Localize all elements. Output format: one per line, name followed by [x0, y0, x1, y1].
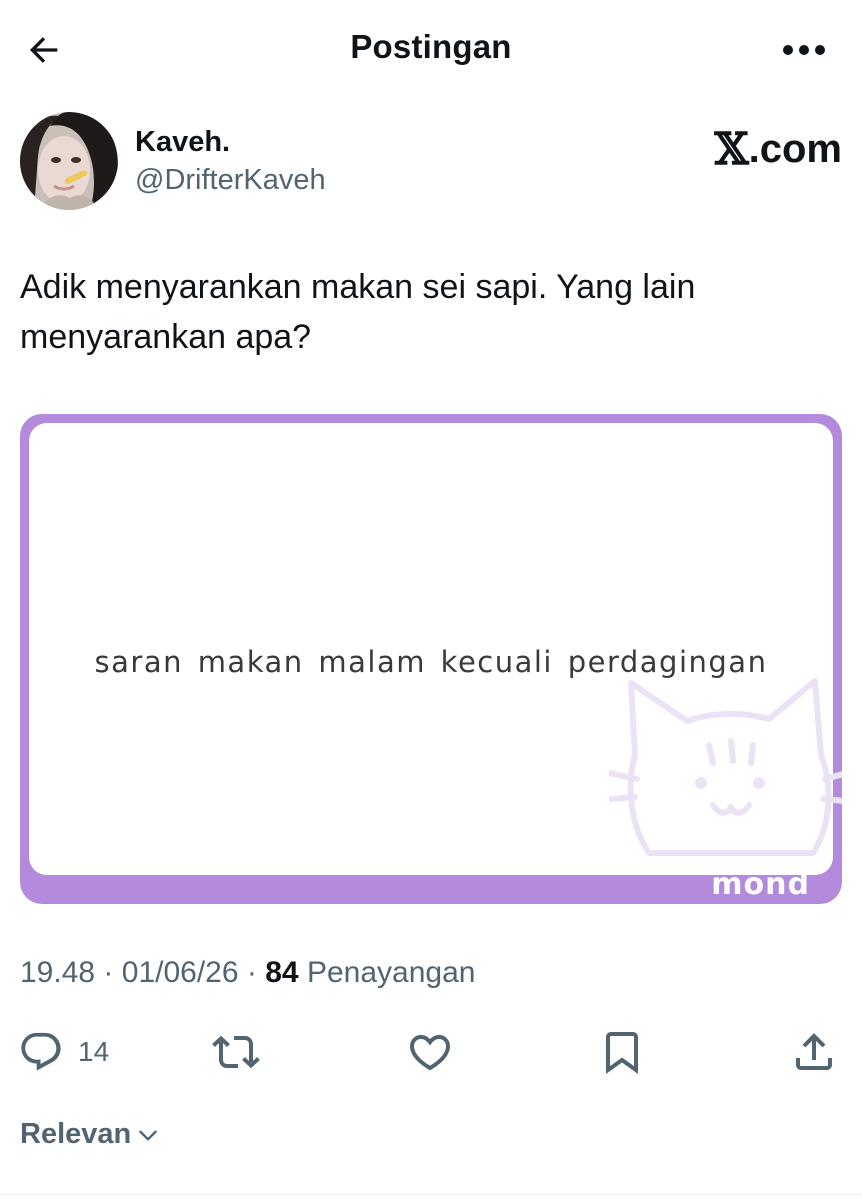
divider — [0, 1194, 862, 1195]
repost-button[interactable] — [212, 1020, 260, 1084]
views-label[interactable]: Penayangan — [307, 956, 476, 989]
cat-drawing-icon — [609, 678, 842, 856]
reply-button[interactable]: 14 — [18, 1020, 109, 1084]
meta-separator: · — [246, 956, 257, 989]
heart-icon — [409, 1035, 451, 1071]
like-button[interactable] — [406, 1020, 454, 1084]
more-horizontal-icon — [783, 45, 825, 55]
post-media[interactable]: saran makan malam kecuali perdagingan mo… — [20, 414, 842, 904]
avatar[interactable] — [20, 112, 118, 210]
author-handle[interactable]: @DrifterKaveh — [135, 164, 326, 197]
media-image: saran makan malam kecuali perdagingan — [29, 423, 842, 875]
views-count[interactable]: 84 — [265, 956, 298, 989]
repost-icon — [212, 1035, 260, 1069]
media-watermark: mond — [711, 867, 810, 902]
post-text: Adik menyarankan makan sei sapi. Yang la… — [20, 268, 696, 356]
share-button[interactable] — [790, 1020, 838, 1084]
bookmark-icon — [606, 1032, 638, 1074]
reply-icon — [21, 1032, 61, 1071]
page-title: Postingan — [350, 28, 512, 65]
x-com-watermark: 𝕏 .com — [714, 123, 843, 175]
post-meta: 19.48 · 01/06/26 · 84 Penayangan — [20, 956, 475, 990]
replies-sort-dropdown[interactable]: Relevan — [20, 1118, 161, 1151]
x-logo: 𝕏 — [714, 123, 749, 175]
chevron-down-icon — [139, 1130, 158, 1141]
replies-sort-label: Relevan — [20, 1118, 132, 1150]
reply-count: 14 — [78, 1036, 110, 1067]
post-author: Kaveh. @DrifterKaveh 𝕏 .com — [20, 110, 842, 220]
author-display-name[interactable]: Kaveh. — [135, 126, 230, 159]
avatar-photo — [20, 112, 118, 210]
bookmark-button[interactable] — [598, 1020, 646, 1084]
action-bar: 14 — [0, 1020, 862, 1084]
post-date: 01/06/26 — [121, 956, 239, 989]
meta-separator: · — [103, 956, 114, 989]
top-bar: Postingan — [0, 0, 862, 100]
share-icon — [796, 1033, 832, 1070]
more-options-button[interactable] — [776, 30, 832, 70]
post-time: 19.48 — [20, 956, 96, 989]
brand-domain: .com — [748, 126, 842, 171]
